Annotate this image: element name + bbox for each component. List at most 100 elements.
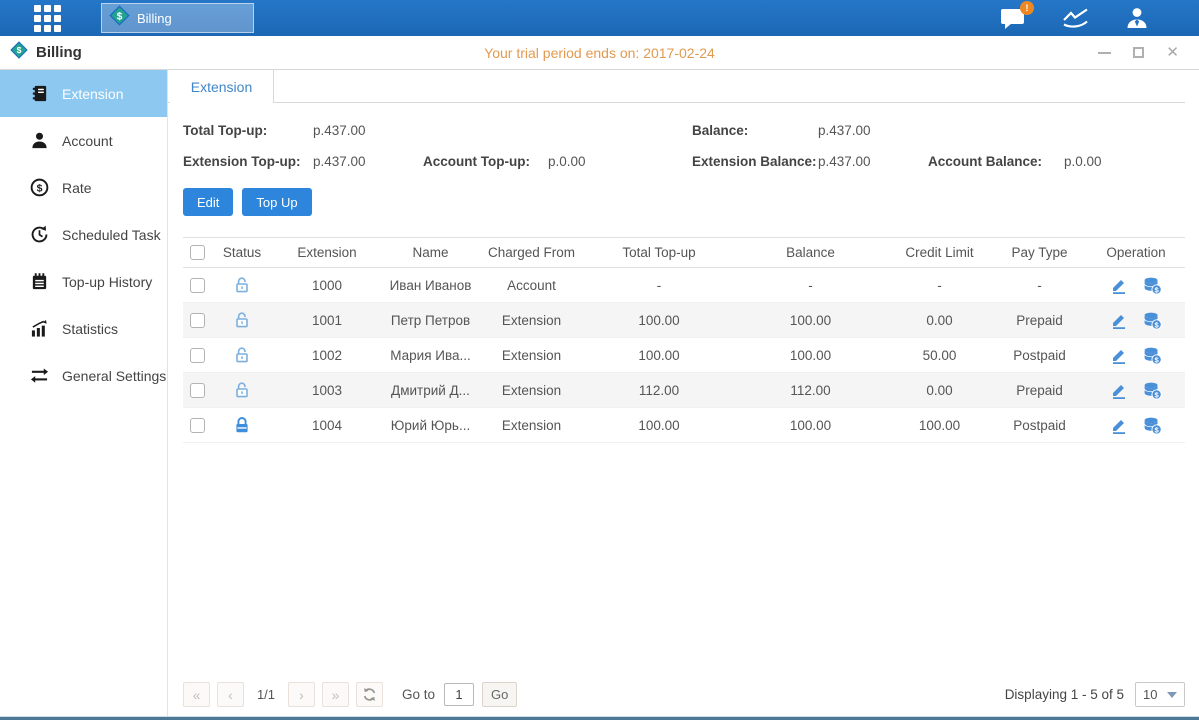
dollar-circle-icon: $: [30, 178, 49, 197]
goto-page-input[interactable]: [444, 683, 474, 706]
cell-pay-type: Postpaid: [992, 418, 1087, 433]
status-cell: [212, 381, 272, 399]
cell-total-topup: -: [584, 278, 734, 293]
cell-extension: 1003: [272, 383, 382, 398]
prev-page-button[interactable]: ‹: [217, 682, 244, 707]
cell-charged-from: Extension: [479, 383, 584, 398]
taskbar-billing-tab[interactable]: $ Billing: [101, 3, 254, 33]
sidebar-item-general-settings[interactable]: General Settings: [0, 352, 167, 399]
next-page-button[interactable]: ›: [288, 682, 315, 707]
cell-extension: 1001: [272, 313, 382, 328]
page-size-select[interactable]: 10: [1135, 682, 1185, 707]
table-row: 1001 Петр Петров Extension 100.00 100.00…: [183, 303, 1185, 338]
resource-monitor-icon[interactable]: [1062, 7, 1089, 29]
summary-panel: Total Top-up: p.437.00 Extension Top-up:…: [183, 120, 1185, 172]
table-header: Status Extension Name Charged From Total…: [183, 237, 1185, 268]
topup-row-icon[interactable]: $: [1143, 276, 1162, 295]
edit-row-icon[interactable]: [1110, 276, 1128, 294]
cell-charged-from: Extension: [479, 313, 584, 328]
account-balance-value: p.0.00: [1064, 154, 1102, 169]
edit-row-icon[interactable]: [1110, 311, 1128, 329]
account-topup-value: p.0.00: [548, 154, 586, 169]
billing-diamond-icon: $: [10, 41, 28, 64]
chevron-down-icon: [1167, 692, 1177, 698]
goto-label: Go to: [402, 687, 435, 702]
cell-balance: -: [734, 278, 887, 293]
extension-topup-value: p.437.00: [313, 154, 423, 169]
toolbar: Edit Top Up: [183, 188, 1185, 216]
column-header-operation: Operation: [1087, 245, 1185, 260]
first-page-button[interactable]: «: [183, 682, 210, 707]
main-content: Extension Total Top-up: p.437.00 Extensi…: [168, 70, 1199, 716]
edit-button[interactable]: Edit: [183, 188, 233, 216]
go-button[interactable]: Go: [482, 682, 517, 707]
refresh-button[interactable]: [356, 682, 383, 707]
topup-row-icon[interactable]: $: [1143, 311, 1162, 330]
chat-icon[interactable]: !: [1000, 7, 1026, 30]
table-row: 1002 Мария Ива... Extension 100.00 100.0…: [183, 338, 1185, 373]
topup-row-icon[interactable]: $: [1143, 346, 1162, 365]
page-indicator: 1/1: [251, 687, 281, 702]
sidebar-item-label: Account: [62, 133, 113, 149]
cell-credit-limit: 100.00: [887, 418, 992, 433]
sidebar-item-statistics[interactable]: Statistics: [0, 305, 167, 352]
row-checkbox[interactable]: [190, 418, 205, 433]
minimize-icon[interactable]: [1098, 44, 1111, 62]
cell-pay-type: -: [992, 278, 1087, 293]
status-unlocked-icon: [233, 276, 251, 294]
column-header-status: Status: [212, 245, 272, 260]
row-checkbox[interactable]: [190, 383, 205, 398]
cell-total-topup: 100.00: [584, 348, 734, 363]
row-checkbox[interactable]: [190, 278, 205, 293]
edit-row-icon[interactable]: [1110, 381, 1128, 399]
sidebar-item-extension[interactable]: Extension: [0, 70, 167, 117]
pagination-bar: « ‹ 1/1 › » Go to Go Displaying: [183, 682, 1185, 707]
taskbar: $ Billing !: [0, 0, 1199, 36]
cell-credit-limit: 0.00: [887, 313, 992, 328]
operation-cell: $: [1087, 416, 1185, 435]
cell-balance: 112.00: [734, 383, 887, 398]
extension-table: Status Extension Name Charged From Total…: [183, 237, 1185, 443]
sidebar-item-scheduled-task[interactable]: Scheduled Task: [0, 211, 167, 258]
column-header-name: Name: [382, 245, 479, 260]
sidebar-item-topup-history[interactable]: Top-up History: [0, 258, 167, 305]
row-checkbox[interactable]: [190, 348, 205, 363]
select-all-checkbox[interactable]: [190, 245, 205, 260]
status-cell: [212, 311, 272, 329]
row-checkbox[interactable]: [190, 313, 205, 328]
cell-extension: 1002: [272, 348, 382, 363]
close-icon[interactable]: ✕: [1166, 44, 1179, 62]
account-balance-label: Account Balance:: [928, 154, 1064, 169]
sidebar-item-label: Statistics: [62, 321, 118, 337]
sidebar-item-account[interactable]: Account: [0, 117, 167, 164]
app-grid-icon[interactable]: [34, 5, 61, 32]
column-header-pay-type: Pay Type: [992, 245, 1087, 260]
maximize-icon[interactable]: [1133, 44, 1144, 62]
table-body: 1000 Иван Иванов Account - - - -: [183, 268, 1185, 443]
sidebar-item-label: Scheduled Task: [62, 227, 161, 243]
operation-cell: $: [1087, 381, 1185, 400]
window-bottom-border: [0, 716, 1199, 720]
tab-extension[interactable]: Extension: [170, 70, 274, 103]
total-topup-value: p.437.00: [313, 123, 366, 138]
trial-notice: Your trial period ends on: 2017-02-24: [0, 45, 1199, 61]
edit-row-icon[interactable]: [1110, 346, 1128, 364]
notebook-icon: [30, 272, 49, 291]
sidebar-item-rate[interactable]: $ Rate: [0, 164, 167, 211]
total-topup-label: Total Top-up:: [183, 123, 313, 138]
last-page-button[interactable]: »: [322, 682, 349, 707]
extension-topup-label: Extension Top-up:: [183, 154, 313, 169]
user-icon[interactable]: [1125, 6, 1149, 30]
balance-value: p.437.00: [818, 123, 871, 138]
window-title: Billing: [36, 44, 82, 61]
sidebar-item-label: Top-up History: [62, 274, 152, 290]
topup-button[interactable]: Top Up: [242, 188, 311, 216]
topup-row-icon[interactable]: $: [1143, 381, 1162, 400]
taskbar-tab-label: Billing: [137, 11, 172, 26]
status-unlocked-icon: [233, 381, 251, 399]
svg-text:$: $: [17, 45, 22, 55]
sidebar-item-label: Extension: [62, 86, 123, 102]
topup-row-icon[interactable]: $: [1143, 416, 1162, 435]
edit-row-icon[interactable]: [1110, 416, 1128, 434]
notification-badge: !: [1020, 1, 1034, 15]
